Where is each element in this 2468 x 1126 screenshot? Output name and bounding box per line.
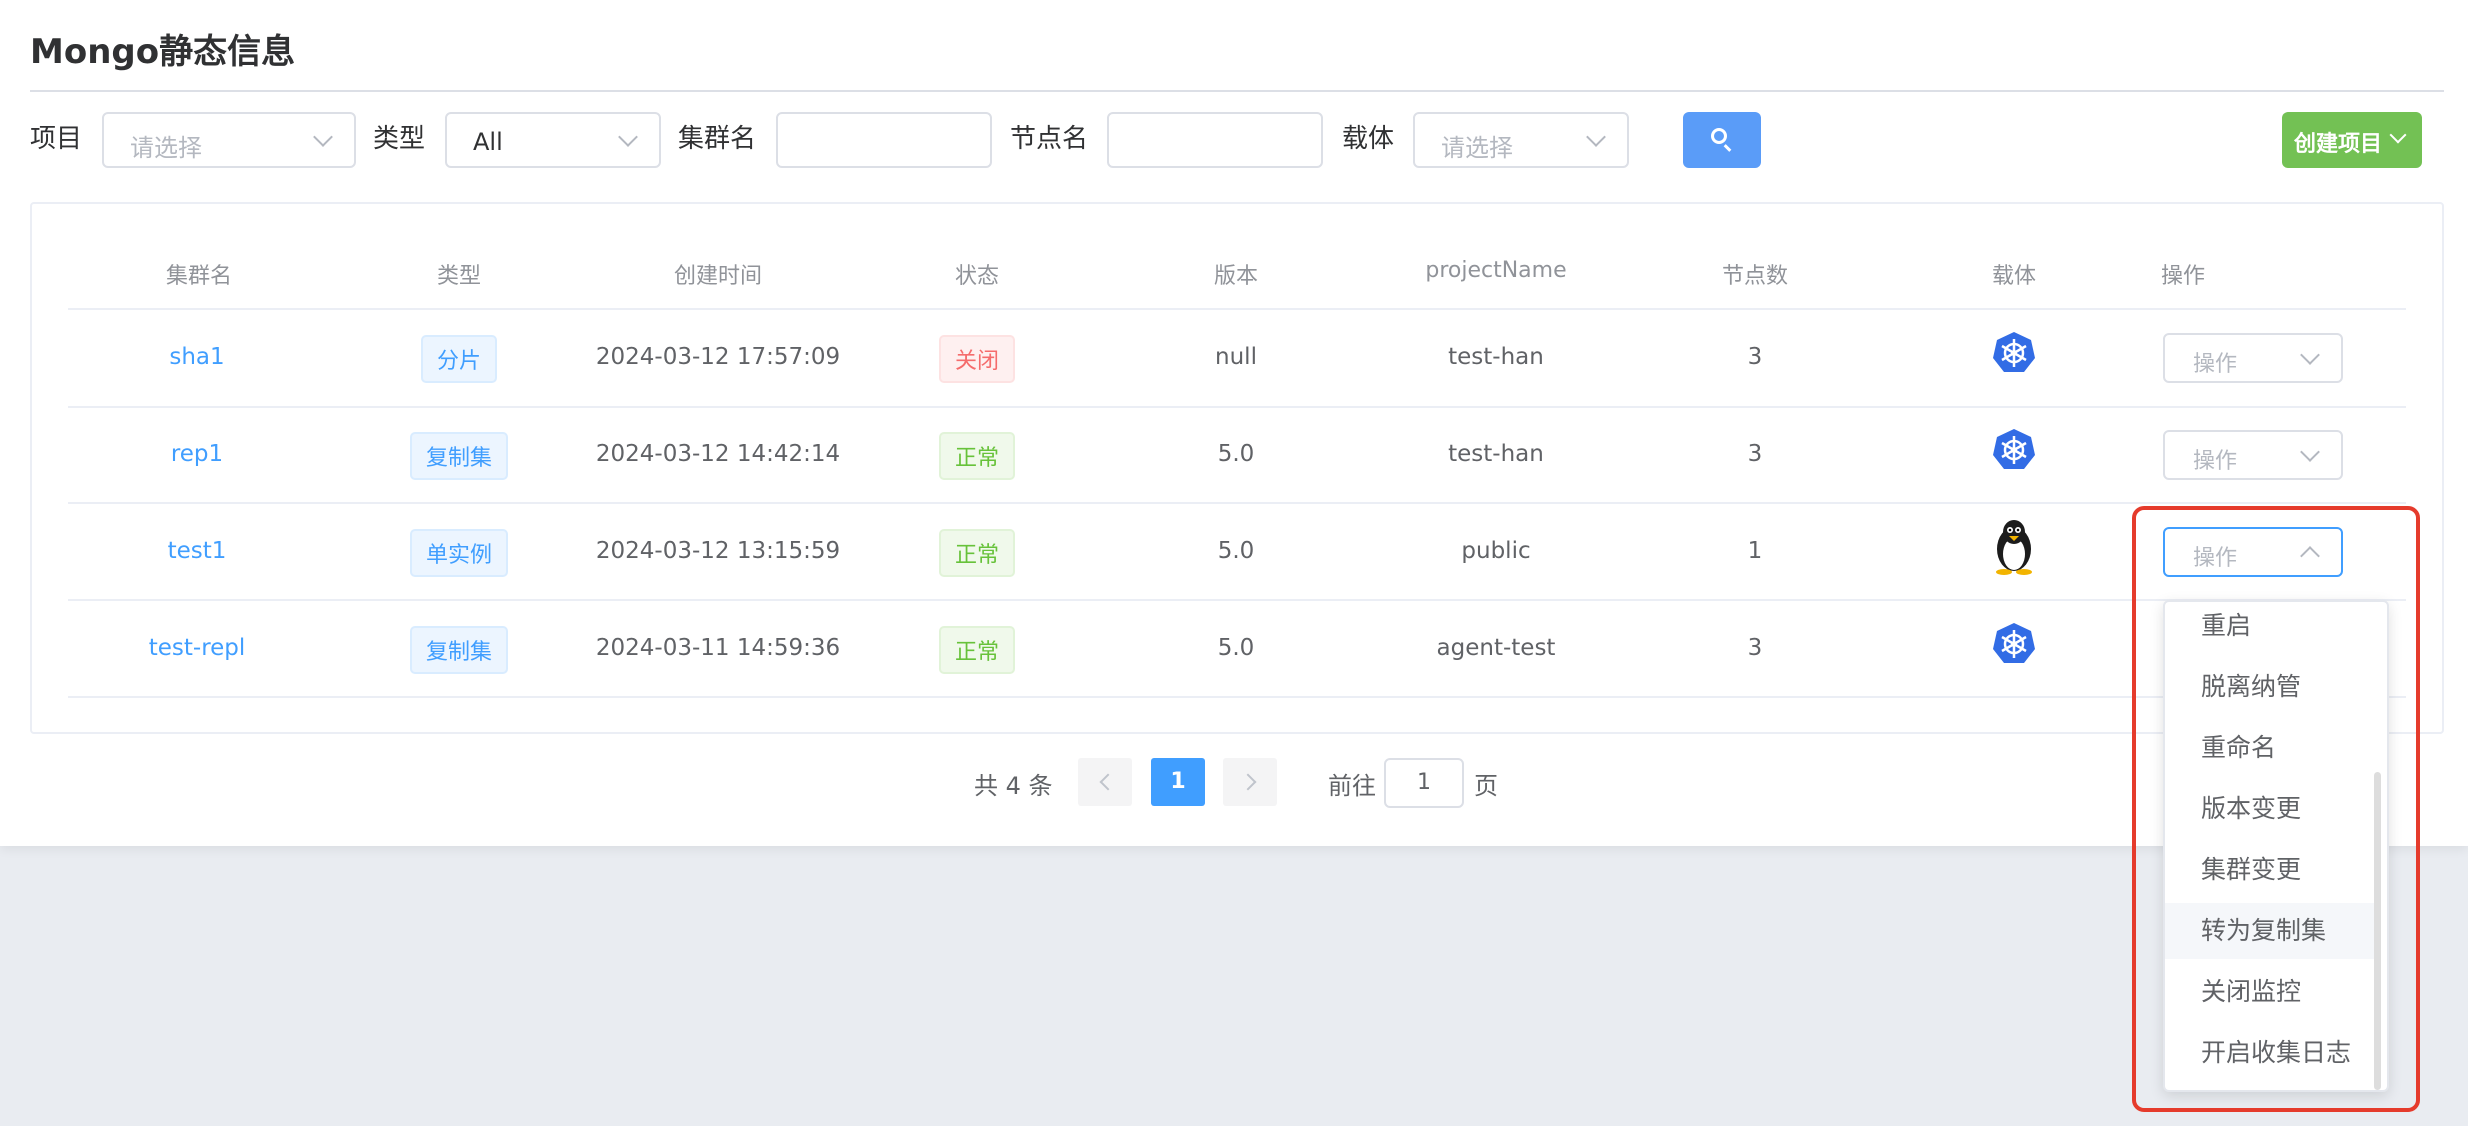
header-divider — [68, 308, 2406, 310]
title-divider — [30, 90, 2444, 92]
row-divider — [68, 502, 2406, 504]
project-select-placeholder: 请选择 — [130, 134, 202, 162]
kubernetes-icon — [1993, 429, 2035, 469]
search-button[interactable] — [1683, 112, 1761, 168]
create-project-label: 创建项目 — [2294, 132, 2383, 157]
linux-penguin-icon — [1996, 520, 2032, 575]
node-count: 3 — [1747, 344, 1763, 370]
node-count: 3 — [1747, 635, 1763, 661]
status-badge: 正常 — [938, 432, 1016, 480]
node-filter-label: 节点名 — [1010, 124, 1089, 154]
node-count: 3 — [1747, 441, 1763, 467]
pagination-prev-button[interactable] — [1078, 758, 1132, 806]
chevron-left-icon — [1099, 773, 1117, 791]
create-project-button[interactable]: 创建项目 — [2282, 112, 2422, 168]
status-badge: 正常 — [938, 626, 1016, 674]
row-divider — [68, 599, 2406, 601]
type-tag: 分片 — [420, 335, 498, 383]
row-action-select[interactable]: 操作 — [2163, 430, 2343, 480]
type-filter-label: 类型 — [373, 124, 426, 154]
row-action-select[interactable]: 操作 — [2163, 333, 2343, 383]
project-name: public — [1461, 538, 1531, 564]
chevron-right-icon — [1239, 773, 1257, 791]
page-title: Mongo静态信息 — [30, 32, 296, 72]
main-card: Mongo静态信息 项目 请选择 类型 All 集群名 节点名 载体 请选择 创… — [0, 0, 2468, 846]
project-select[interactable]: 请选择 — [102, 112, 356, 168]
column-header-carrier: 载体 — [1991, 264, 2037, 289]
cluster-name-input[interactable] — [776, 112, 992, 168]
pagination-page-suffix: 页 — [1474, 772, 1498, 800]
status-badge: 正常 — [938, 529, 1016, 577]
version: 5.0 — [1217, 441, 1255, 467]
cluster-name-link[interactable]: test1 — [168, 538, 227, 564]
chevron-down-icon — [313, 127, 333, 147]
chevron-down-icon — [2300, 345, 2320, 365]
highlight-box — [2132, 506, 2420, 1112]
type-select-value: All — [473, 128, 503, 156]
cluster-name-link[interactable]: test-repl — [149, 635, 246, 661]
pagination-current-page[interactable]: 1 — [1151, 758, 1205, 806]
version: 5.0 — [1217, 635, 1255, 661]
pagination-goto-label: 前往 — [1328, 772, 1376, 800]
column-header-status: 状态 — [954, 264, 1000, 289]
carrier-select-placeholder: 请选择 — [1441, 134, 1513, 162]
column-header-created-time: 创建时间 — [673, 264, 763, 289]
carrier-filter-label: 载体 — [1342, 124, 1395, 154]
column-header-node-count: 节点数 — [1721, 264, 1789, 289]
row-divider — [68, 696, 2406, 698]
chevron-down-icon — [618, 127, 638, 147]
created-time: 2024-03-11 14:59:36 — [595, 635, 841, 661]
project-name: test-han — [1448, 441, 1544, 467]
search-icon — [1711, 128, 1727, 144]
column-header-cluster-name: 集群名 — [165, 264, 233, 289]
column-header-actions: 操作 — [2160, 264, 2206, 289]
cluster-name-link[interactable]: sha1 — [169, 344, 224, 370]
version: 5.0 — [1217, 538, 1255, 564]
chevron-down-icon — [2300, 442, 2320, 462]
type-tag: 复制集 — [409, 432, 509, 480]
kubernetes-icon — [1993, 623, 2035, 663]
column-header-version: 版本 — [1213, 264, 1259, 289]
chevron-down-icon — [2389, 126, 2407, 144]
project-filter-label: 项目 — [30, 124, 83, 154]
cluster-name-link[interactable]: rep1 — [171, 441, 223, 467]
row-action-placeholder: 操作 — [2193, 352, 2238, 377]
status-badge: 关闭 — [938, 335, 1016, 383]
pagination-next-button[interactable] — [1223, 758, 1277, 806]
created-time: 2024-03-12 13:15:59 — [595, 538, 841, 564]
project-name: test-han — [1448, 344, 1544, 370]
pagination-goto-input[interactable]: 1 — [1384, 758, 1464, 808]
created-time: 2024-03-12 17:57:09 — [595, 344, 841, 370]
created-time: 2024-03-12 14:42:14 — [595, 441, 841, 467]
kubernetes-icon — [1993, 332, 2035, 372]
node-name-input[interactable] — [1107, 112, 1323, 168]
row-action-placeholder: 操作 — [2193, 449, 2238, 474]
type-select[interactable]: All — [445, 112, 661, 168]
chevron-down-icon — [1586, 127, 1606, 147]
version: null — [1215, 344, 1257, 370]
column-header-project-name: projectName — [1425, 258, 1567, 283]
project-name: agent-test — [1436, 635, 1556, 661]
cluster-filter-label: 集群名 — [678, 124, 757, 154]
column-header-type: 类型 — [436, 264, 482, 289]
node-count: 1 — [1747, 538, 1763, 564]
pagination-total: 共 4 条 — [974, 772, 1053, 800]
carrier-select[interactable]: 请选择 — [1413, 112, 1629, 168]
type-tag: 单实例 — [409, 529, 509, 577]
type-tag: 复制集 — [409, 626, 509, 674]
row-divider — [68, 406, 2406, 408]
